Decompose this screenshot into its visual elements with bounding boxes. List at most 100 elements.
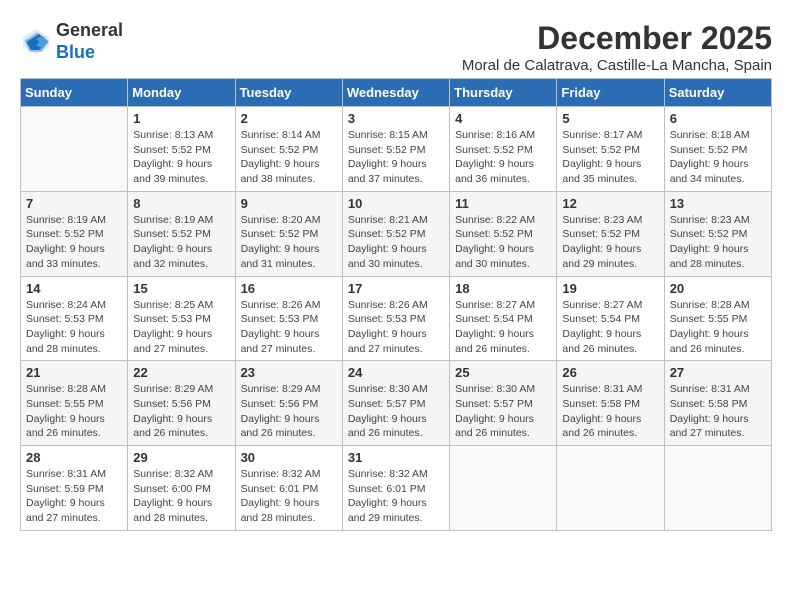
- cell-content: Sunrise: 8:19 AM Sunset: 5:52 PM Dayligh…: [26, 213, 122, 272]
- header-day-sunday: Sunday: [21, 79, 128, 107]
- calendar-cell: 8 Sunrise: 8:19 AM Sunset: 5:52 PM Daylig…: [128, 191, 235, 276]
- logo-text-line2: Blue: [56, 42, 123, 64]
- cell-content: Sunrise: 8:15 AM Sunset: 5:52 PM Dayligh…: [348, 128, 444, 187]
- cell-content: Sunrise: 8:27 AM Sunset: 5:54 PM Dayligh…: [562, 298, 658, 357]
- day-number: 3: [348, 111, 444, 126]
- cell-content: Sunrise: 8:25 AM Sunset: 5:53 PM Dayligh…: [133, 298, 229, 357]
- calendar-cell: 2Sunrise: 8:14 AM Sunset: 5:52 PM Daylig…: [235, 107, 342, 192]
- calendar-cell: 20 Sunrise: 8:28 AM Sunset: 5:55 PM Dayli…: [664, 276, 771, 361]
- calendar-cell: 21 Sunrise: 8:28 AM Sunset: 5:55 PM Dayli…: [21, 361, 128, 446]
- cell-content: Sunrise: 8:23 AM Sunset: 5:52 PM Dayligh…: [562, 213, 658, 272]
- day-number: 1: [133, 111, 229, 126]
- calendar-week-1: 1 Sunrise: 8:13 AM Sunset: 5:52 PM Daylig…: [21, 107, 772, 192]
- calendar-cell: 16 Sunrise: 8:26 AM Sunset: 5:53 PM Dayli…: [235, 276, 342, 361]
- calendar-cell: [21, 107, 128, 192]
- month-title: December 2025: [462, 20, 772, 57]
- day-number: 21: [26, 365, 122, 380]
- cell-content: Sunrise: 8:20 AM Sunset: 5:52 PM Dayligh…: [241, 213, 337, 272]
- calendar-cell: 9Sunrise: 8:20 AM Sunset: 5:52 PM Daylig…: [235, 191, 342, 276]
- day-number: 29: [133, 450, 229, 465]
- cell-content: Sunrise: 8:31 AM Sunset: 5:59 PM Dayligh…: [26, 467, 122, 526]
- day-number: 28: [26, 450, 122, 465]
- calendar-cell: 23 Sunrise: 8:29 AM Sunset: 5:56 PM Dayli…: [235, 361, 342, 446]
- calendar-cell: [664, 446, 771, 531]
- day-number: 6: [670, 111, 766, 126]
- day-number: 22: [133, 365, 229, 380]
- cell-content: Sunrise: 8:21 AM Sunset: 5:52 PM Dayligh…: [348, 213, 444, 272]
- day-number: 8: [133, 196, 229, 211]
- calendar-cell: 10Sunrise: 8:21 AM Sunset: 5:52 PM Dayli…: [342, 191, 449, 276]
- cell-content: Sunrise: 8:31 AM Sunset: 5:58 PM Dayligh…: [562, 382, 658, 441]
- cell-content: Sunrise: 8:30 AM Sunset: 5:57 PM Dayligh…: [455, 382, 551, 441]
- day-number: 15: [133, 281, 229, 296]
- cell-content: Sunrise: 8:26 AM Sunset: 5:53 PM Dayligh…: [348, 298, 444, 357]
- day-number: 5: [562, 111, 658, 126]
- cell-content: Sunrise: 8:18 AM Sunset: 5:52 PM Dayligh…: [670, 128, 766, 187]
- calendar-cell: 12Sunrise: 8:23 AM Sunset: 5:52 PM Dayli…: [557, 191, 664, 276]
- header-day-tuesday: Tuesday: [235, 79, 342, 107]
- day-number: 20: [670, 281, 766, 296]
- cell-content: Sunrise: 8:28 AM Sunset: 5:55 PM Dayligh…: [670, 298, 766, 357]
- calendar-cell: 26 Sunrise: 8:31 AM Sunset: 5:58 PM Dayli…: [557, 361, 664, 446]
- calendar-week-5: 28 Sunrise: 8:31 AM Sunset: 5:59 PM Dayli…: [21, 446, 772, 531]
- calendar-cell: [450, 446, 557, 531]
- calendar-cell: 19 Sunrise: 8:27 AM Sunset: 5:54 PM Dayli…: [557, 276, 664, 361]
- calendar-cell: 3 Sunrise: 8:15 AM Sunset: 5:52 PM Daylig…: [342, 107, 449, 192]
- logo-text-line1: General: [56, 20, 123, 42]
- day-number: 7: [26, 196, 122, 211]
- cell-content: Sunrise: 8:24 AM Sunset: 5:53 PM Dayligh…: [26, 298, 122, 357]
- calendar-cell: 14 Sunrise: 8:24 AM Sunset: 5:53 PM Dayli…: [21, 276, 128, 361]
- calendar-cell: 11 Sunrise: 8:22 AM Sunset: 5:52 PM Dayli…: [450, 191, 557, 276]
- day-number: 17: [348, 281, 444, 296]
- cell-content: Sunrise: 8:29 AM Sunset: 5:56 PM Dayligh…: [241, 382, 337, 441]
- day-number: 25: [455, 365, 551, 380]
- cell-content: Sunrise: 8:31 AM Sunset: 5:58 PM Dayligh…: [670, 382, 766, 441]
- calendar-cell: 27 Sunrise: 8:31 AM Sunset: 5:58 PM Dayli…: [664, 361, 771, 446]
- day-number: 4: [455, 111, 551, 126]
- logo: General Blue: [20, 20, 123, 63]
- title-area: December 2025 Moral de Calatrava, Castil…: [462, 20, 772, 74]
- cell-content: Sunrise: 8:32 AM Sunset: 6:01 PM Dayligh…: [348, 467, 444, 526]
- cell-content: Sunrise: 8:22 AM Sunset: 5:52 PM Dayligh…: [455, 213, 551, 272]
- calendar-cell: 30 Sunrise: 8:32 AM Sunset: 6:01 PM Dayli…: [235, 446, 342, 531]
- day-number: 31: [348, 450, 444, 465]
- cell-content: Sunrise: 8:32 AM Sunset: 6:00 PM Dayligh…: [133, 467, 229, 526]
- calendar-cell: 1 Sunrise: 8:13 AM Sunset: 5:52 PM Daylig…: [128, 107, 235, 192]
- calendar-cell: 18Sunrise: 8:27 AM Sunset: 5:54 PM Dayli…: [450, 276, 557, 361]
- calendar-week-2: 7 Sunrise: 8:19 AM Sunset: 5:52 PM Daylig…: [21, 191, 772, 276]
- day-number: 27: [670, 365, 766, 380]
- header-day-friday: Friday: [557, 79, 664, 107]
- logo-icon: [20, 26, 52, 58]
- day-number: 11: [455, 196, 551, 211]
- cell-content: Sunrise: 8:13 AM Sunset: 5:52 PM Dayligh…: [133, 128, 229, 187]
- day-number: 26: [562, 365, 658, 380]
- day-number: 2: [241, 111, 337, 126]
- day-number: 16: [241, 281, 337, 296]
- cell-content: Sunrise: 8:29 AM Sunset: 5:56 PM Dayligh…: [133, 382, 229, 441]
- calendar-cell: 6 Sunrise: 8:18 AM Sunset: 5:52 PM Daylig…: [664, 107, 771, 192]
- cell-content: Sunrise: 8:30 AM Sunset: 5:57 PM Dayligh…: [348, 382, 444, 441]
- day-number: 23: [241, 365, 337, 380]
- header-day-saturday: Saturday: [664, 79, 771, 107]
- calendar-week-3: 14 Sunrise: 8:24 AM Sunset: 5:53 PM Dayli…: [21, 276, 772, 361]
- cell-content: Sunrise: 8:19 AM Sunset: 5:52 PM Dayligh…: [133, 213, 229, 272]
- day-number: 30: [241, 450, 337, 465]
- cell-content: Sunrise: 8:17 AM Sunset: 5:52 PM Dayligh…: [562, 128, 658, 187]
- calendar-week-4: 21 Sunrise: 8:28 AM Sunset: 5:55 PM Dayli…: [21, 361, 772, 446]
- day-number: 14: [26, 281, 122, 296]
- calendar-cell: 22 Sunrise: 8:29 AM Sunset: 5:56 PM Dayli…: [128, 361, 235, 446]
- calendar-cell: 13Sunrise: 8:23 AM Sunset: 5:52 PM Dayli…: [664, 191, 771, 276]
- day-number: 19: [562, 281, 658, 296]
- calendar-cell: [557, 446, 664, 531]
- calendar-cell: 5 Sunrise: 8:17 AM Sunset: 5:52 PM Daylig…: [557, 107, 664, 192]
- calendar-body: 1 Sunrise: 8:13 AM Sunset: 5:52 PM Daylig…: [21, 107, 772, 531]
- calendar-cell: 15 Sunrise: 8:25 AM Sunset: 5:53 PM Dayli…: [128, 276, 235, 361]
- cell-content: Sunrise: 8:26 AM Sunset: 5:53 PM Dayligh…: [241, 298, 337, 357]
- header-day-thursday: Thursday: [450, 79, 557, 107]
- calendar-cell: 4Sunrise: 8:16 AM Sunset: 5:52 PM Daylig…: [450, 107, 557, 192]
- cell-content: Sunrise: 8:32 AM Sunset: 6:01 PM Dayligh…: [241, 467, 337, 526]
- cell-content: Sunrise: 8:28 AM Sunset: 5:55 PM Dayligh…: [26, 382, 122, 441]
- calendar-cell: 24Sunrise: 8:30 AM Sunset: 5:57 PM Dayli…: [342, 361, 449, 446]
- calendar-cell: 28 Sunrise: 8:31 AM Sunset: 5:59 PM Dayli…: [21, 446, 128, 531]
- calendar-header: SundayMondayTuesdayWednesdayThursdayFrid…: [21, 79, 772, 107]
